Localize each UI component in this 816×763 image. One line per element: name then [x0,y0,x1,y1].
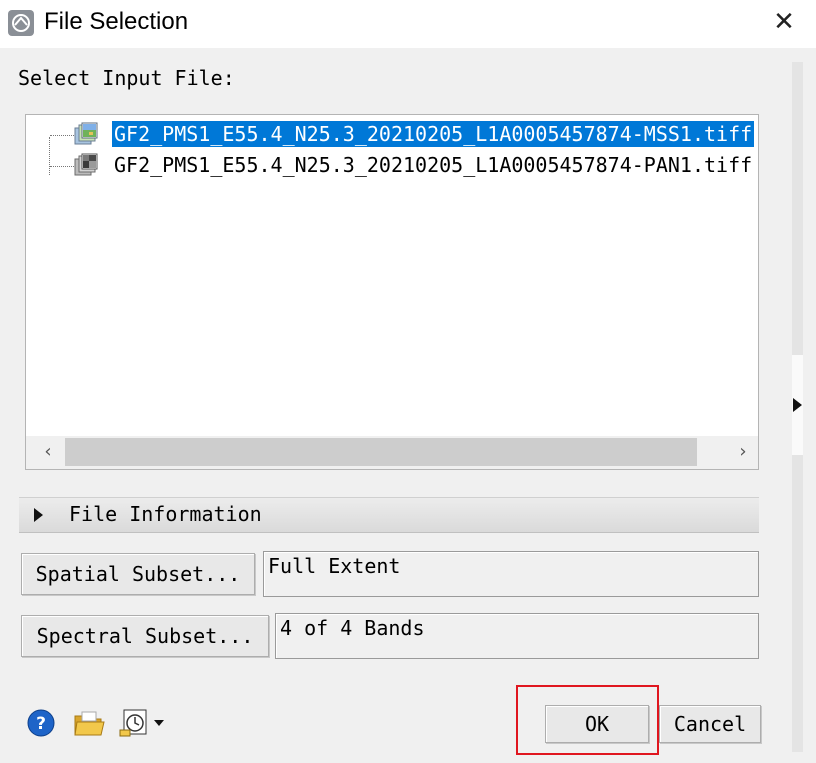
spectral-subset-field: 4 of 4 Bands [275,613,759,659]
file-name[interactable]: GF2_PMS1_E55.4_N25.3_20210205_L1A0005457… [112,121,755,147]
scroll-right-icon[interactable]: › [731,440,755,464]
multispectral-image-icon [74,122,98,145]
cancel-button[interactable]: Cancel [659,705,761,743]
file-tree-item-mss1[interactable]: GF2_PMS1_E55.4_N25.3_20210205_L1A0005457… [26,120,758,148]
spatial-subset-field: Full Extent [263,551,759,597]
svg-text:?: ? [36,714,46,734]
panchromatic-image-icon [74,153,98,176]
app-logo-icon [8,10,34,36]
options-dropdown-icon[interactable] [118,706,170,740]
file-name[interactable]: GF2_PMS1_E55.4_N25.3_20210205_L1A0005457… [112,152,754,178]
spectral-subset-button[interactable]: Spectral Subset... [21,615,269,657]
spatial-subset-value: Full Extent [268,554,401,578]
window-title: File Selection [44,8,189,35]
horizontal-scrollbar[interactable]: ‹ › [26,436,758,469]
help-icon[interactable]: ? [27,709,55,737]
title-bar: File Selection ✕ [0,0,816,48]
close-icon[interactable]: ✕ [766,4,802,40]
ok-highlight-box [516,685,659,755]
spectral-subset-value: 4 of 4 Bands [280,616,425,640]
expand-arrow-icon [34,508,43,522]
open-folder-icon[interactable] [73,708,105,738]
file-information-toggle[interactable]: File Information [19,497,759,533]
file-information-label: File Information [69,502,262,526]
side-panel-expand-icon[interactable] [793,398,802,412]
file-tree[interactable]: GF2_PMS1_E55.4_N25.3_20210205_L1A0005457… [25,114,759,470]
scroll-thumb[interactable] [65,438,697,466]
file-tree-item-pan1[interactable]: GF2_PMS1_E55.4_N25.3_20210205_L1A0005457… [26,151,758,179]
scroll-left-icon[interactable]: ‹ [36,440,60,464]
spatial-subset-button[interactable]: Spatial Subset... [21,553,255,595]
select-input-label: Select Input File: [18,66,235,90]
